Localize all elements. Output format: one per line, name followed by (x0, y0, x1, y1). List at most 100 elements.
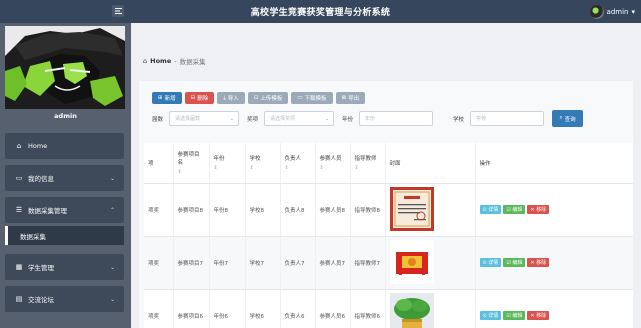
sidebar-item-data-collection-mgmt[interactable]: ☰ 数据采集管理 ⌃ (5, 197, 124, 223)
term-select[interactable]: 请选择届数 ⌄ (169, 111, 240, 126)
award-cell: 项奖 (144, 183, 174, 237)
export-button[interactable]: ⊠ 导出 (335, 92, 366, 104)
column-header[interactable]: 参赛人员 ⇕ (315, 143, 351, 184)
profile-picture (5, 26, 125, 109)
sort-icon: ⇕ (319, 165, 324, 172)
edit-icon: ☑ (506, 312, 511, 319)
breadcrumb-current: 数据采集 (179, 58, 206, 66)
download-template-button[interactable]: ▭ 下载模板 (291, 92, 333, 104)
caret-down-icon: ▾ (631, 8, 635, 16)
column-header[interactable]: 年份 ⇕ (209, 143, 246, 184)
chevron-down-icon: ⌄ (109, 263, 115, 271)
upload-icon: ⊡ (253, 95, 259, 101)
festival-image[interactable] (389, 239, 434, 284)
column-header[interactable]: 负责人 ⇕ (280, 143, 316, 184)
sidebar-subitem-data-collection[interactable]: 数据采集 (5, 226, 124, 245)
detail-button[interactable]: ⊙ 详情 (479, 311, 502, 320)
edit-button[interactable]: ☑ 编辑 (503, 311, 526, 320)
chevron-down-icon: ⌄ (109, 295, 115, 303)
edit-icon: ☑ (506, 259, 511, 266)
trash-icon: ⊟ (190, 95, 196, 101)
eye-icon: ⊙ (482, 259, 487, 266)
sort-icon: ⇕ (249, 165, 254, 172)
edit-icon: ☑ (506, 206, 511, 213)
chevron-down-icon: ⌄ (109, 174, 115, 182)
award-cell: 项奖 (144, 236, 174, 290)
upload-template-button[interactable]: ⊡ 上传模板 (247, 92, 289, 104)
actions-cell: ⊙ 详情 ☑ 编辑 ✕ 移除 (475, 289, 633, 328)
year-input[interactable]: 年份 (359, 111, 434, 126)
sidebar-item-forum[interactable]: ▤ 交流论坛 ⌄ (5, 286, 124, 312)
sidebar-item-label: 交流论坛 (28, 296, 54, 304)
school-cell: 学校6 (245, 289, 281, 328)
chevron-up-icon: ⌃ (109, 206, 115, 214)
user-menu[interactable]: admin ▾ (589, 5, 635, 19)
sidebar-username: admin (54, 112, 77, 120)
query-button[interactable]: ⌕ 查询 (552, 110, 584, 127)
remove-button[interactable]: ✕ 移除 (527, 205, 550, 214)
sidebar-item-label: 我的信息 (28, 175, 54, 183)
edit-button[interactable]: ☑ 编辑 (503, 205, 526, 214)
data-panel: ⊞ 新增 ⊟ 删除 ⤓ 导入 ⊡ 上传模板 ▭ 下载模板 ⊠ 导出 届数 请选择届数 ⌄ 奖项… (139, 81, 633, 328)
id-card-icon: ▭ (15, 174, 23, 182)
sliders-icon: ☰ (15, 206, 23, 214)
add-button[interactable]: ⊞ 新增 (152, 92, 182, 104)
breadcrumb-separator: - (174, 57, 177, 65)
column-header[interactable]: 指导教师 ⇕ (350, 143, 386, 184)
clipboard-icon: ▤ (15, 295, 23, 303)
sidebar-item-home[interactable]: ⌂ Home (5, 133, 124, 159)
certificate-image[interactable] (389, 186, 434, 231)
award-select[interactable]: 请选择奖项 ⌄ (264, 111, 335, 126)
toolbar: ⊞ 新增 ⊟ 删除 ⤓ 导入 ⊡ 上传模板 ▭ 下载模板 ⊠ 导出 (152, 92, 366, 104)
project-cell: 参赛项目6 (173, 289, 210, 328)
main-content: ⌂ Home - 数据采集 ⊞ 新增 ⊟ 删除 ⤓ 导入 ⊡ 上传模板 ▭ 下载模板 ⊠ 导… (131, 23, 641, 328)
leader-cell: 负责人7 (280, 236, 316, 290)
import-button[interactable]: ⤓ 导入 (217, 92, 245, 104)
teacher-cell: 指导教师7 (350, 236, 386, 290)
table-header-row: 项 参赛项目名 ⇕ 年份 ⇕ 学校 ⇕ 负责人 ⇕ 参赛人员 ⇕ 指导教师 ⇕ 封面 操作 (144, 143, 633, 184)
app-title: 高校学生竞赛获奖管理与分析系统 (250, 8, 391, 18)
detail-button[interactable]: ⊙ 详情 (479, 205, 502, 214)
chevron-down-icon: ⌄ (324, 115, 330, 122)
sort-icon: ⇕ (284, 165, 289, 172)
year-label: 年份 (342, 116, 354, 123)
members-cell: 参赛人员6 (315, 289, 351, 328)
term-label: 届数 (152, 116, 164, 123)
detail-button[interactable]: ⊙ 详情 (479, 258, 502, 267)
column-header[interactable]: 学校 ⇕ (245, 143, 281, 184)
project-cell: 参赛项目8 (173, 183, 210, 237)
table-row[interactable]: 项奖 参赛项目7 年份7 学校7 负责人7 参赛人员7 指导教师7 ⊙ 详情 ☑… (144, 236, 633, 290)
school-cell: 学校7 (245, 236, 281, 290)
remove-button[interactable]: ✕ 移除 (527, 311, 550, 320)
table-row[interactable]: 项奖 参赛项目6 年份6 学校6 负责人6 参赛人员6 指导教师6 ⊙ 详情 ☑… (144, 289, 633, 328)
table-row[interactable]: 项奖 参赛项目8 年份8 学校8 负责人8 参赛人员8 指导教师8 ⊙ 详情 ☑… (144, 183, 633, 237)
remove-button[interactable]: ✕ 移除 (527, 258, 550, 267)
data-table-container[interactable]: 项 参赛项目名 ⇕ 年份 ⇕ 学校 ⇕ 负责人 ⇕ 参赛人员 ⇕ 指导教师 ⇕ 封面 操作 … (144, 143, 633, 328)
column-header[interactable]: 项 (144, 143, 174, 184)
actions-cell: ⊙ 详情 ☑ 编辑 ✕ 移除 (475, 183, 633, 237)
sidebar-item-student-mgmt[interactable]: ▦ 学生管理 ⌄ (5, 254, 124, 280)
school-cell: 学校8 (245, 183, 281, 237)
eye-icon: ⊙ (482, 312, 487, 319)
column-header[interactable]: 封面 (385, 143, 476, 184)
actions-cell: ⊙ 详情 ☑ 编辑 ✕ 移除 (475, 236, 633, 290)
plus-icon: ⊞ (158, 95, 163, 101)
members-cell: 参赛人员8 (315, 183, 351, 237)
teacher-cell: 指导教师8 (350, 183, 386, 237)
data-table: 项 参赛项目名 ⇕ 年份 ⇕ 学校 ⇕ 负责人 ⇕ 参赛人员 ⇕ 指导教师 ⇕ 封面 操作 … (144, 143, 633, 328)
edit-button[interactable]: ☑ 编辑 (503, 258, 526, 267)
year-cell: 年份8 (209, 183, 246, 237)
sidebar-subitem-label: 数据采集 (20, 232, 46, 241)
sidebar-item-my-info[interactable]: ▭ 我的信息 ⌄ (5, 165, 124, 191)
plant-image[interactable] (389, 292, 434, 328)
sort-icon: ⇕ (213, 165, 218, 172)
award-cell: 项奖 (144, 289, 174, 328)
school-input[interactable]: 学校 (470, 111, 545, 126)
breadcrumb-home[interactable]: Home (150, 57, 171, 65)
download-icon: ⤓ (223, 94, 226, 101)
column-header[interactable]: 参赛项目名 ⇕ (173, 143, 210, 184)
close-icon: ✕ (530, 206, 535, 213)
teacher-cell: 指导教师6 (350, 289, 386, 328)
eye-icon: ⊙ (482, 206, 487, 213)
delete-button[interactable]: ⊟ 删除 (184, 92, 215, 104)
